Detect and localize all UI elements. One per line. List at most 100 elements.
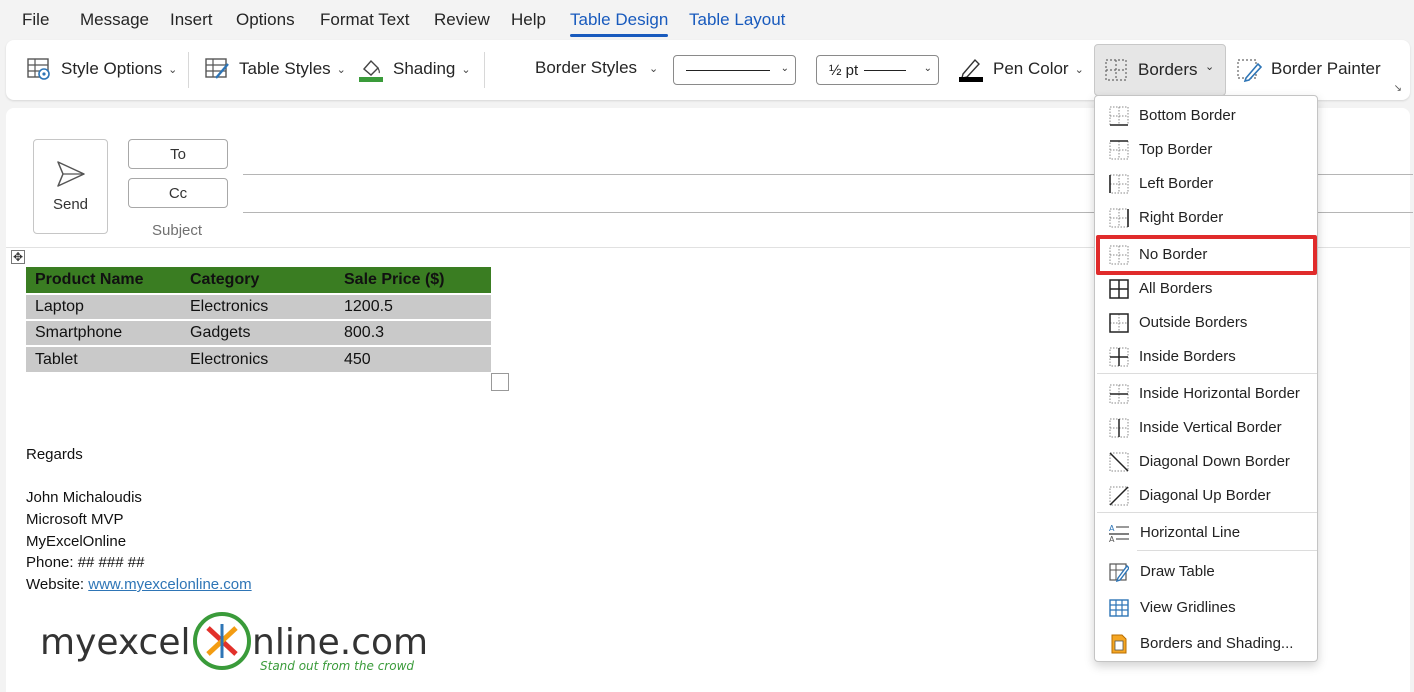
line-weight-preview: [864, 69, 907, 71]
subject-label: Subject: [152, 222, 203, 239]
table-cell[interactable]: Electronics: [181, 345, 335, 372]
borders-dropdown-menu: Bottom Border Top Border Left Border Rig…: [1094, 95, 1318, 662]
menu-item-view-gridlines[interactable]: View Gridlines: [1095, 590, 1317, 624]
diagonal-down-border-icon: [1109, 452, 1129, 472]
menu-item-top-border[interactable]: Top Border: [1095, 132, 1317, 166]
menu-item-label: Right Border: [1139, 208, 1224, 226]
signature-title: Microsoft MVP: [26, 511, 124, 528]
top-border-icon: [1109, 140, 1129, 160]
menu-item-outside-borders[interactable]: Outside Borders: [1095, 305, 1317, 339]
menu-bar: File Message Insert Options Format Text …: [0, 0, 1414, 40]
table-header-cell[interactable]: Sale Price ($): [335, 267, 491, 294]
menu-item-label: Left Border: [1139, 174, 1214, 192]
line-style-preview: [686, 69, 770, 71]
table-cell[interactable]: Electronics: [181, 293, 335, 320]
signature-name: John Michaloudis: [26, 489, 142, 506]
table-styles-button[interactable]: Table Styles ⌄: [204, 56, 346, 82]
menu-item-left-border[interactable]: Left Border: [1095, 166, 1317, 200]
table-cell[interactable]: 450: [335, 345, 491, 372]
menu-item-label: Inside Horizontal Border: [1139, 384, 1300, 402]
table-resize-handle[interactable]: [491, 373, 509, 391]
menu-separator: [1137, 550, 1317, 551]
website-link[interactable]: www.myexcelonline.com: [88, 576, 251, 593]
menu-item-label: Top Border: [1139, 140, 1213, 158]
tab-review[interactable]: Review: [434, 10, 490, 30]
borders-button[interactable]: Borders ⌄: [1094, 44, 1226, 96]
chevron-down-icon: ⌄: [923, 63, 932, 74]
border-painter-label: Border Painter: [1271, 59, 1381, 78]
cc-button[interactable]: Cc: [128, 178, 228, 208]
horizontal-line-icon: A A: [1109, 524, 1129, 543]
tab-table-design[interactable]: Table Design: [570, 10, 669, 37]
tab-file[interactable]: File: [22, 10, 49, 30]
menu-item-label: Inside Borders: [1139, 347, 1236, 365]
table-row: Smartphone Gadgets 800.3: [26, 319, 491, 346]
tab-options[interactable]: Options: [236, 10, 295, 30]
ribbon-divider: [484, 52, 485, 88]
inside-borders-icon: [1109, 347, 1129, 367]
to-label: To: [170, 145, 186, 163]
border-styles-button[interactable]: Border Styles ⌄: [535, 58, 658, 78]
borders-dropdown-arrow-icon[interactable]: ⌄: [1205, 60, 1214, 73]
line-style-dropdown[interactable]: ⌄: [673, 55, 796, 85]
style-options-icon: [27, 58, 50, 80]
border-painter-button[interactable]: Border Painter: [1236, 56, 1381, 82]
line-weight-dropdown[interactable]: ½ pt ⌄: [816, 55, 939, 85]
shading-icon: [359, 59, 383, 82]
bottom-border-icon: [1109, 106, 1129, 126]
menu-separator: [1097, 373, 1317, 374]
menu-item-diagonal-down-border[interactable]: Diagonal Down Border: [1095, 444, 1317, 478]
dialog-launcher-icon[interactable]: ↘: [1394, 83, 1402, 94]
table-cell[interactable]: 1200.5: [335, 293, 491, 320]
tab-table-layout[interactable]: Table Layout: [689, 10, 785, 30]
chevron-down-icon: ⌄: [649, 62, 659, 75]
table-cell[interactable]: 800.3: [335, 319, 491, 346]
menu-item-draw-table[interactable]: Draw Table: [1095, 554, 1317, 588]
myexcelonline-logo-icon: myexcel nline.com Stand out from the cro…: [40, 612, 428, 673]
no-border-highlight-box: [1096, 235, 1317, 275]
table-cell[interactable]: Gadgets: [181, 319, 335, 346]
tab-message[interactable]: Message: [80, 10, 149, 30]
send-button[interactable]: Send: [33, 139, 108, 234]
table-row: Tablet Electronics 450: [26, 345, 491, 372]
table-header-cell[interactable]: Product Name: [26, 267, 181, 294]
menu-item-diagonal-up-border[interactable]: Diagonal Up Border: [1095, 478, 1317, 512]
table-cell[interactable]: Laptop: [26, 293, 181, 320]
menu-item-label: View Gridlines: [1140, 598, 1236, 616]
tab-insert[interactable]: Insert: [170, 10, 213, 30]
inside-horizontal-border-icon: [1109, 384, 1129, 404]
send-label: Send: [52, 196, 89, 213]
chevron-down-icon: ⌄: [336, 63, 346, 76]
menu-item-label: Inside Vertical Border: [1139, 418, 1282, 436]
right-border-icon: [1109, 208, 1129, 228]
menu-item-inside-borders[interactable]: Inside Borders: [1095, 339, 1317, 373]
chevron-down-icon: ⌄: [780, 63, 789, 74]
tab-help[interactable]: Help: [511, 10, 546, 30]
menu-item-borders-and-shading[interactable]: Borders and Shading...: [1095, 626, 1317, 660]
menu-item-inside-vertical-border[interactable]: Inside Vertical Border: [1095, 410, 1317, 444]
table-cell[interactable]: Smartphone: [26, 319, 181, 346]
logo-tagline: Stand out from the crowd: [260, 659, 414, 673]
pen-color-button[interactable]: Pen Color ⌄: [958, 56, 1084, 82]
menu-item-bottom-border[interactable]: Bottom Border: [1095, 98, 1317, 132]
svg-text:A: A: [1109, 535, 1115, 543]
shading-button[interactable]: Shading ⌄: [358, 56, 471, 82]
menu-item-horizontal-line[interactable]: A A Horizontal Line: [1095, 515, 1317, 549]
signature-regards: Regards: [26, 446, 83, 463]
table-header-cell[interactable]: Category: [181, 267, 335, 294]
data-table[interactable]: Product Name Category Sale Price ($) Lap…: [26, 267, 491, 372]
menu-item-all-borders[interactable]: All Borders: [1095, 271, 1317, 305]
style-options-button[interactable]: Style Options ⌄: [26, 56, 177, 82]
menu-item-inside-horizontal-border[interactable]: Inside Horizontal Border: [1095, 376, 1317, 410]
borders-label: Borders: [1138, 60, 1198, 79]
to-button[interactable]: To: [128, 139, 228, 169]
menu-item-label: Diagonal Down Border: [1139, 452, 1290, 470]
menu-item-right-border[interactable]: Right Border: [1095, 200, 1317, 234]
menu-separator: [1097, 512, 1317, 513]
signature-phone: Phone: ## ### ##: [26, 554, 145, 571]
logo-text-right: nline.com: [252, 622, 428, 663]
table-cell[interactable]: Tablet: [26, 345, 181, 372]
table-move-handle-icon[interactable]: ✥: [11, 250, 25, 264]
tab-format-text[interactable]: Format Text: [320, 10, 409, 30]
menu-item-label: Outside Borders: [1139, 313, 1248, 331]
